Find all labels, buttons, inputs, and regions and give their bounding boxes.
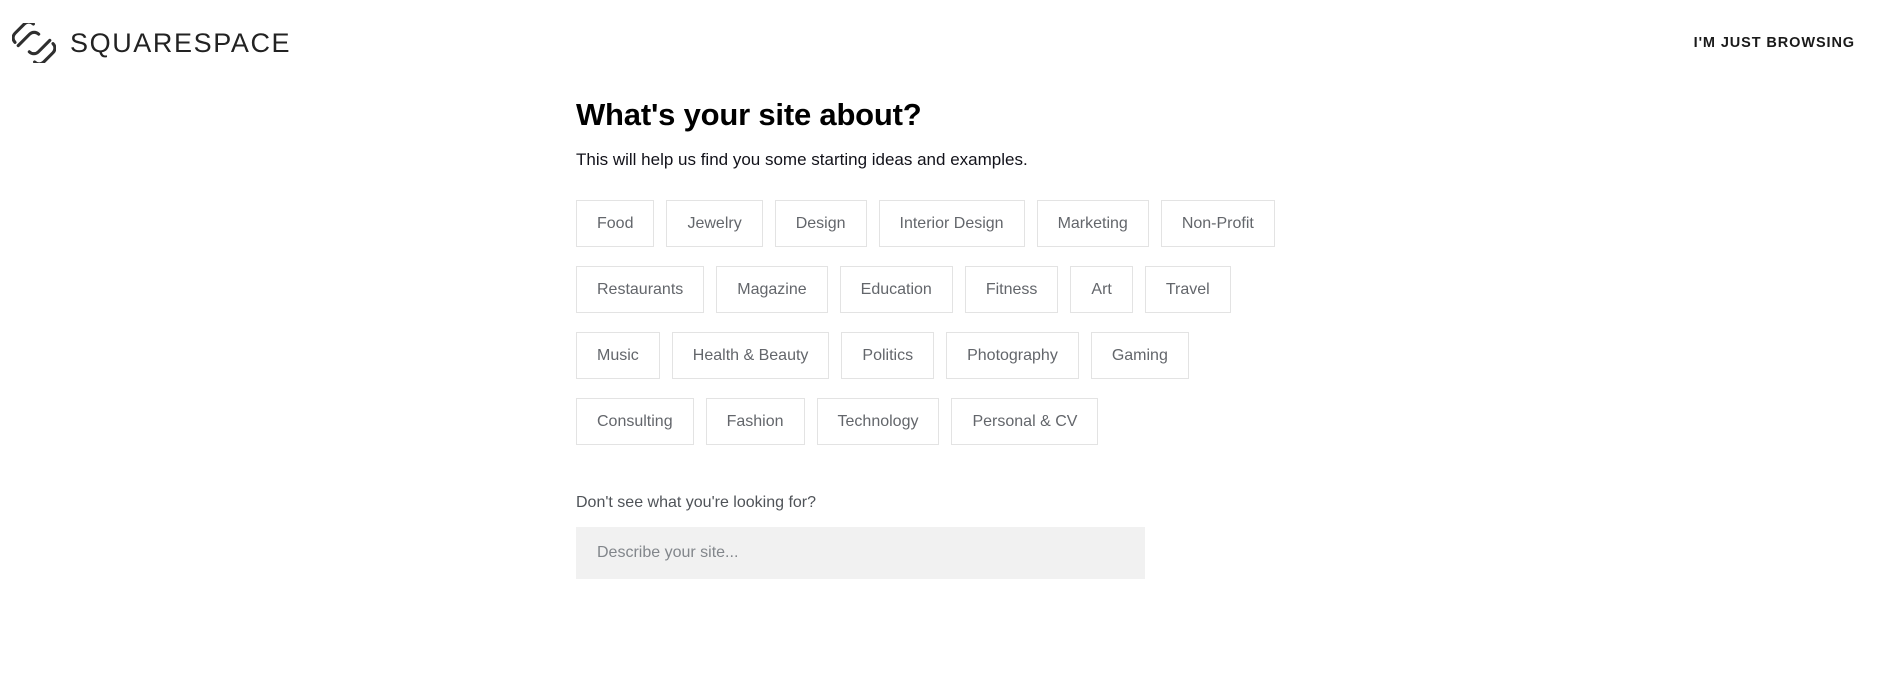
tag-personal-cv[interactable]: Personal & CV: [951, 398, 1099, 446]
describe-site-input[interactable]: [576, 527, 1145, 580]
page-title: What's your site about?: [576, 97, 922, 132]
tag-restaurants[interactable]: Restaurants: [576, 266, 705, 314]
describe-label: Don't see what you're looking for?: [576, 494, 817, 512]
tag-marketing[interactable]: Marketing: [1036, 200, 1149, 248]
brand-wordmark: SQUARESPACE: [70, 27, 292, 58]
tag-food[interactable]: Food: [576, 200, 655, 248]
page-header: SQUARESPACE I'M JUST BROWSING: [0, 0, 1885, 86]
tag-photography[interactable]: Photography: [946, 332, 1079, 380]
describe-section: Don't see what you're looking for?: [576, 493, 1836, 580]
tag-fitness[interactable]: Fitness: [964, 266, 1059, 314]
tag-health-beauty[interactable]: Health & Beauty: [671, 332, 830, 380]
tag-fashion[interactable]: Fashion: [705, 398, 805, 446]
onboarding-page: SQUARESPACE I'M JUST BROWSING What's you…: [0, 0, 1885, 693]
squarespace-brand[interactable]: SQUARESPACE: [12, 23, 291, 63]
tag-art[interactable]: Art: [1070, 266, 1133, 314]
tag-travel[interactable]: Travel: [1144, 266, 1231, 314]
tag-jewelry[interactable]: Jewelry: [666, 200, 763, 248]
site-topic-tag-list: Food Jewelry Design Interior Design Marketin…: [576, 200, 1276, 446]
tag-consulting[interactable]: Consulting: [576, 398, 694, 446]
squarespace-logo-icon: [12, 23, 56, 63]
tag-design[interactable]: Design: [774, 200, 867, 248]
tag-music[interactable]: Music: [576, 332, 660, 380]
main-content: What's your site about? This will help u…: [576, 96, 1836, 580]
tag-non-profit[interactable]: Non-Profit: [1160, 200, 1275, 248]
just-browsing-link[interactable]: I'M JUST BROWSING: [1694, 35, 1855, 51]
page-subtitle: This will help us find you some starting…: [576, 150, 1028, 170]
tag-technology[interactable]: Technology: [816, 398, 940, 446]
tag-magazine[interactable]: Magazine: [716, 266, 828, 314]
tag-politics[interactable]: Politics: [841, 332, 935, 380]
tag-interior-design[interactable]: Interior Design: [878, 200, 1025, 248]
tag-gaming[interactable]: Gaming: [1090, 332, 1189, 380]
tag-education[interactable]: Education: [839, 266, 953, 314]
